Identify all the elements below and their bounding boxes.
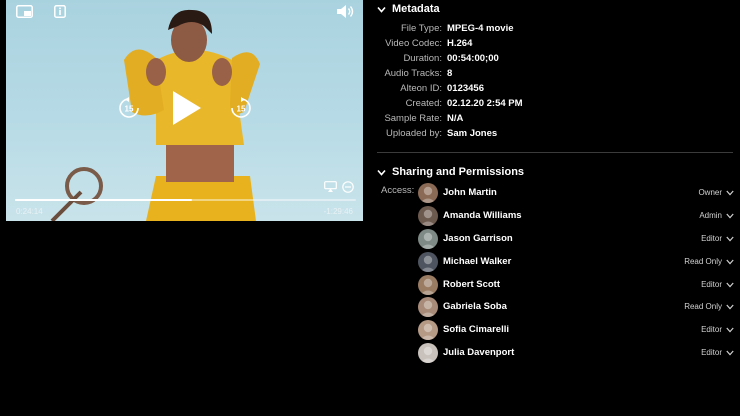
chevron-down-icon: [726, 259, 734, 265]
skip-back-15-icon[interactable]: 15: [118, 97, 140, 119]
picture-in-picture-icon[interactable]: [15, 4, 33, 18]
role-dropdown[interactable]: Admin: [699, 211, 734, 220]
metadata-row: File Type: MPEG-4 movie: [377, 23, 737, 38]
sharing-section-header[interactable]: Sharing and Permissions: [377, 166, 524, 178]
avatar[interactable]: [418, 229, 438, 249]
avatar[interactable]: [418, 343, 438, 363]
skip-forward-label: 15: [237, 105, 246, 114]
metadata-key: Audio Tracks:: [384, 68, 442, 79]
metadata-value: 0123456: [447, 83, 484, 94]
user-name: John Martin: [443, 187, 497, 198]
video-player[interactable]: 15 15 0:24:14 -1:29:46: [6, 0, 363, 221]
metadata-section-header[interactable]: Metadata: [377, 3, 440, 15]
avatar[interactable]: [418, 206, 438, 226]
section-divider: [377, 152, 733, 153]
metadata-row: Duration: 00:54:00;00: [377, 53, 737, 68]
play-button[interactable]: [168, 90, 204, 126]
metadata-key: Alteon ID:: [400, 83, 442, 94]
user-row: Michael Walker Read Only: [418, 252, 736, 273]
role-label: Editor: [701, 280, 722, 289]
avatar[interactable]: [418, 297, 438, 317]
metadata-key: Duration:: [403, 53, 442, 64]
metadata-row: Created: 02.12.20 2:54 PM: [377, 98, 737, 113]
role-dropdown[interactable]: Editor: [701, 348, 734, 357]
airplay-icon[interactable]: [323, 180, 337, 192]
speaker-icon[interactable]: [335, 3, 355, 19]
scrubber-bar[interactable]: [15, 199, 356, 201]
avatar[interactable]: [418, 275, 438, 295]
metadata-value: 00:54:00;00: [447, 53, 499, 64]
user-row: Gabriela Soba Read Only: [418, 297, 736, 318]
metadata-value: 02.12.20 2:54 PM: [447, 98, 523, 109]
avatar[interactable]: [418, 320, 438, 340]
metadata-title: Metadata: [392, 3, 440, 15]
sharing-title: Sharing and Permissions: [392, 166, 525, 178]
chevron-down-icon: [726, 304, 734, 310]
role-dropdown[interactable]: Read Only: [684, 302, 734, 311]
metadata-row: Uploaded by: Sam Jones: [377, 128, 737, 143]
user-name: Michael Walker: [443, 256, 512, 267]
user-name: Julia Davenport: [443, 347, 515, 358]
avatar[interactable]: [418, 252, 438, 272]
metadata-row: Sample Rate: N/A: [377, 113, 737, 128]
role-dropdown[interactable]: Read Only: [684, 257, 734, 266]
role-label: Read Only: [684, 257, 722, 266]
user-name: Sofia Cimarelli: [443, 324, 509, 335]
metadata-key: Sample Rate:: [384, 113, 442, 124]
role-label: Read Only: [684, 302, 722, 311]
metadata-key: File Type:: [400, 23, 442, 34]
role-label: Editor: [701, 348, 722, 357]
user-name: Amanda Williams: [443, 210, 522, 221]
role-dropdown[interactable]: Editor: [701, 234, 734, 243]
metadata-key: Video Codec:: [385, 38, 442, 49]
metadata-value: 8: [447, 68, 453, 79]
current-time: 0:24:14: [16, 207, 43, 216]
role-dropdown[interactable]: Owner: [698, 188, 734, 197]
metadata-value: N/A: [447, 113, 464, 124]
chevron-down-icon: [726, 190, 734, 196]
playback-speed-icon[interactable]: [341, 180, 354, 193]
chevron-down-icon: [726, 350, 734, 356]
user-row: Jason Garrison Editor: [418, 229, 736, 250]
metadata-value: H.264: [447, 38, 473, 49]
role-dropdown[interactable]: Editor: [701, 325, 734, 334]
scrubber-progress: [15, 199, 193, 201]
metadata-value: Sam Jones: [447, 128, 498, 139]
access-label: Access:: [381, 185, 415, 196]
user-name: Gabriela Soba: [443, 301, 507, 312]
skip-forward-15-icon[interactable]: 15: [230, 97, 252, 119]
role-label: Owner: [698, 188, 722, 197]
chevron-down-icon: [377, 6, 386, 13]
avatar[interactable]: [418, 183, 438, 203]
user-row: Amanda Williams Admin: [418, 206, 736, 227]
user-row: Julia Davenport Editor: [418, 343, 736, 364]
remaining-time: -1:29:46: [323, 207, 353, 216]
role-dropdown[interactable]: Editor: [701, 280, 734, 289]
metadata-row: Video Codec: H.264: [377, 38, 737, 53]
info-icon[interactable]: [53, 4, 67, 18]
role-label: Editor: [701, 234, 722, 243]
play-icon: [173, 91, 201, 125]
metadata-row: Alteon ID: 0123456: [377, 83, 737, 98]
user-row: Robert Scott Editor: [418, 275, 736, 296]
chevron-down-icon: [726, 282, 734, 288]
metadata-key: Uploaded by:: [386, 128, 442, 139]
user-name: Jason Garrison: [443, 233, 513, 244]
role-label: Editor: [701, 325, 722, 334]
user-row: Sofia Cimarelli Editor: [418, 320, 736, 341]
chevron-down-icon: [726, 213, 734, 219]
role-label: Admin: [699, 211, 722, 220]
chevron-down-icon: [726, 236, 734, 242]
skip-back-label: 15: [125, 105, 134, 114]
metadata-key: Created:: [405, 98, 442, 109]
chevron-down-icon: [726, 327, 734, 333]
user-name: Robert Scott: [443, 279, 500, 290]
chevron-down-icon: [377, 169, 386, 176]
user-row: John Martin Owner: [418, 183, 736, 204]
metadata-value: MPEG-4 movie: [447, 23, 514, 34]
metadata-row: Audio Tracks: 8: [377, 68, 737, 83]
